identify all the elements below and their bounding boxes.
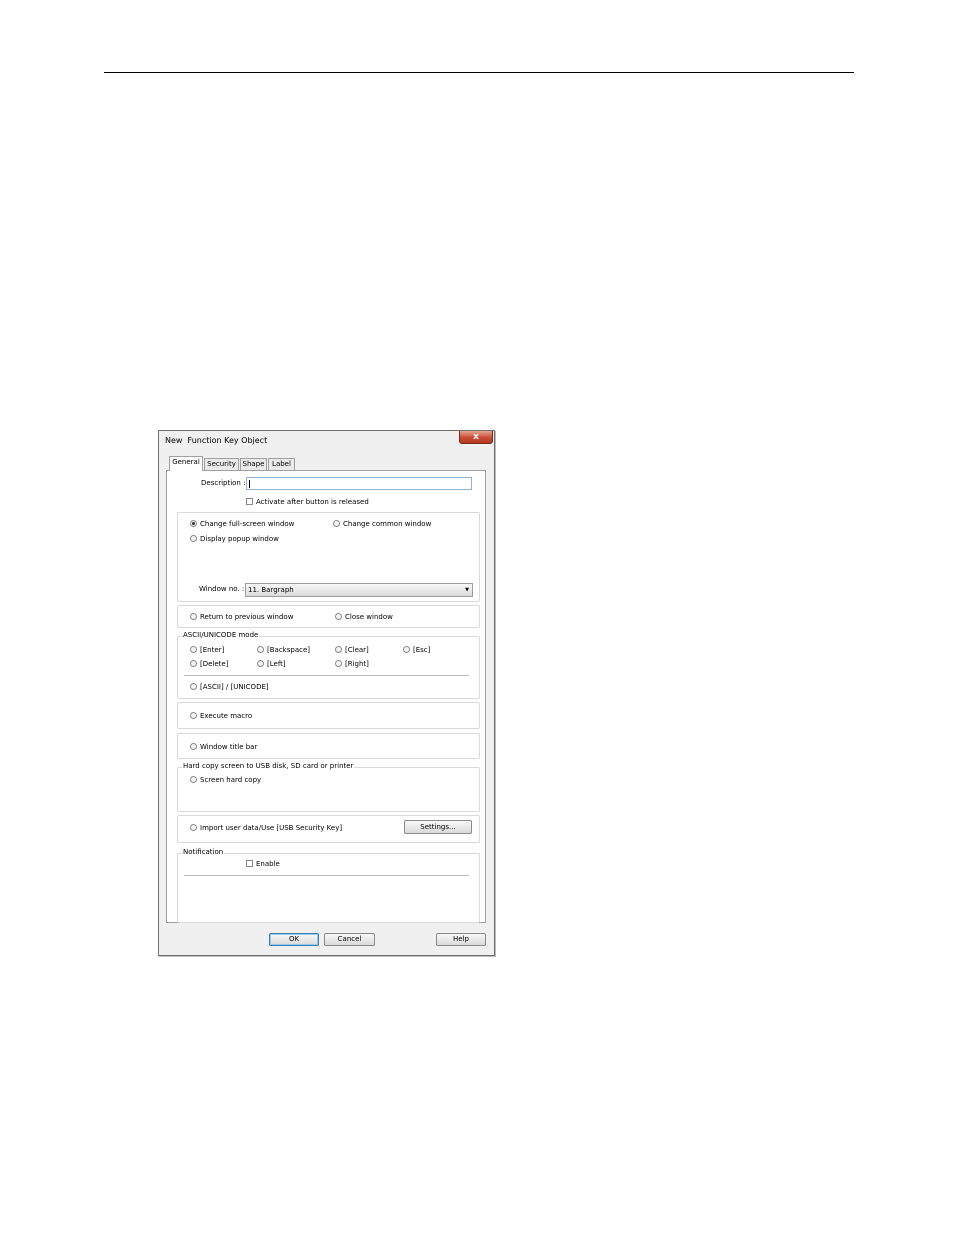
change-common-radio[interactable] <box>333 520 340 527</box>
delete-key-radio[interactable] <box>190 660 197 667</box>
display-popup-label: Display popup window <box>200 535 279 543</box>
clear-key-label: [Clear] <box>345 646 369 654</box>
window-title-bar-radio[interactable] <box>190 743 197 750</box>
text-cursor <box>249 480 250 488</box>
close-button[interactable]: x <box>459 431 493 444</box>
right-key-label: [Right] <box>345 660 369 668</box>
tab-general-label: General <box>172 458 200 466</box>
hard-copy-group-title: Hard copy screen to USB disk, SD card or… <box>182 762 355 771</box>
tab-label-label: Label <box>272 460 291 468</box>
tab-label[interactable]: Label <box>268 458 295 470</box>
tab-security-label: Security <box>207 460 236 468</box>
execute-macro-radio[interactable] <box>190 712 197 719</box>
right-key-radio[interactable] <box>335 660 342 667</box>
screen-hard-copy-label: Screen hard copy <box>200 776 262 784</box>
clear-key-radio[interactable] <box>335 646 342 653</box>
left-key-label: [Left] <box>267 660 286 668</box>
esc-key-label: [Esc] <box>413 646 431 654</box>
ascii-divider <box>184 675 469 676</box>
dialog-title: New Function Key Object <box>165 436 268 445</box>
tab-shape-label: Shape <box>242 460 265 468</box>
notification-divider <box>184 875 469 876</box>
return-previous-radio[interactable] <box>190 613 197 620</box>
chevron-down-icon: ▼ <box>465 587 469 593</box>
backspace-key-label: [Backspace] <box>267 646 310 654</box>
left-key-radio[interactable] <box>257 660 264 667</box>
tab-general[interactable]: General <box>169 456 203 471</box>
close-window-label: Close window <box>345 613 393 621</box>
change-common-label: Change common window <box>343 520 432 528</box>
ascii-unicode-group-title: ASCII/UNICODE mode <box>182 631 260 640</box>
tab-shape[interactable]: Shape <box>240 458 267 470</box>
dialog-titlebar[interactable]: New Function Key Object x <box>159 431 494 453</box>
settings-button[interactable]: Settings... <box>404 820 472 834</box>
help-button[interactable]: Help <box>436 933 486 946</box>
page-header-rule <box>104 72 854 73</box>
function-key-dialog: New Function Key Object x General Securi… <box>158 430 495 956</box>
cancel-button[interactable]: Cancel <box>324 933 375 946</box>
ascii-unicode-label: [ASCII] / [UNICODE] <box>200 683 269 691</box>
change-fullscreen-label: Change full-screen window <box>200 520 295 528</box>
tab-security[interactable]: Security <box>204 458 239 470</box>
return-previous-label: Return to previous window <box>200 613 294 621</box>
settings-button-label: Settings... <box>420 823 456 831</box>
enter-key-radio[interactable] <box>190 646 197 653</box>
ascii-unicode-radio[interactable] <box>190 683 197 690</box>
window-title-bar-label: Window title bar <box>200 743 258 751</box>
notification-enable-checkbox[interactable] <box>246 860 253 867</box>
import-user-data-radio[interactable] <box>190 824 197 831</box>
close-icon: x <box>473 432 479 442</box>
hard-copy-group <box>177 767 480 812</box>
general-tab-panel: Description : Activate after button is r… <box>166 470 486 923</box>
execute-macro-label: Execute macro <box>200 712 253 720</box>
enter-key-label: [Enter] <box>200 646 225 654</box>
window-no-value: 11. Bargraph <box>248 586 294 594</box>
notification-group <box>177 853 480 923</box>
description-input[interactable] <box>246 477 472 490</box>
display-popup-radio[interactable] <box>190 535 197 542</box>
notification-enable-label: Enable <box>256 860 280 868</box>
cancel-button-label: Cancel <box>337 935 362 943</box>
window-no-select[interactable]: 11. Bargraph ▼ <box>245 583 473 597</box>
activate-after-release-label: Activate after button is released <box>256 498 369 506</box>
notification-group-title: Notification <box>182 848 225 857</box>
esc-key-radio[interactable] <box>403 646 410 653</box>
activate-after-release-checkbox[interactable] <box>246 498 253 505</box>
import-user-data-label: Import user data/Use [USB Security Key] <box>200 824 343 832</box>
help-button-label: Help <box>453 935 469 943</box>
backspace-key-radio[interactable] <box>257 646 264 653</box>
change-fullscreen-radio[interactable] <box>190 520 197 527</box>
screen-hard-copy-radio[interactable] <box>190 776 197 783</box>
close-window-radio[interactable] <box>335 613 342 620</box>
description-label: Description : <box>201 479 246 487</box>
delete-key-label: [Delete] <box>200 660 229 668</box>
ok-button-label: OK <box>288 935 300 943</box>
ok-button[interactable]: OK <box>269 933 319 946</box>
window-no-label: Window no. : <box>199 585 245 593</box>
